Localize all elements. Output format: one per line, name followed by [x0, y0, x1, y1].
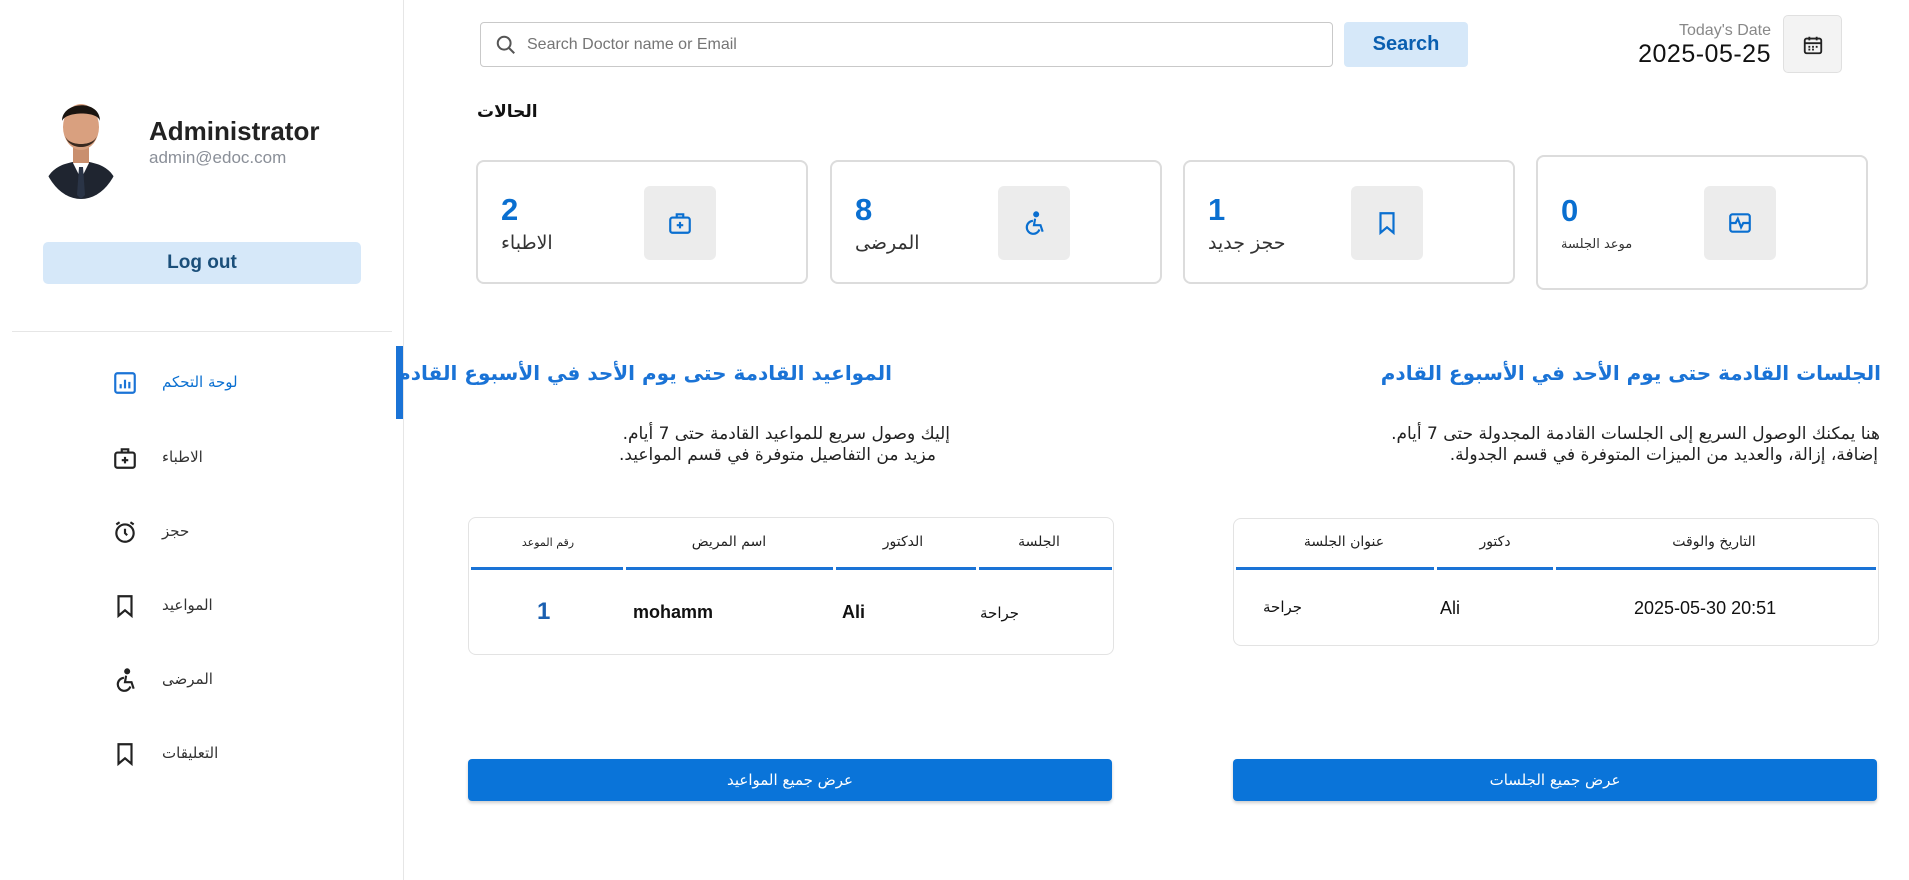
- header-underline: [1236, 567, 1434, 570]
- stat-value: 8: [855, 192, 873, 227]
- logout-button[interactable]: Log out: [43, 242, 361, 284]
- header-underline: [1556, 567, 1876, 570]
- sidebar: Administrator admin@edoc.com Log out لوح…: [0, 0, 404, 880]
- medical-bag-icon: [644, 186, 716, 260]
- table-header: رقم الموعد: [521, 536, 575, 549]
- doctor-name: Ali: [842, 602, 866, 622]
- sidebar-item-label: الاطباء: [162, 448, 203, 466]
- stat-card-doctors[interactable]: 2 الاطباء: [476, 160, 808, 284]
- stat-label: المرضى: [855, 232, 920, 254]
- pulse-icon: [1704, 186, 1776, 260]
- sidebar-item-label: حجز: [162, 522, 190, 540]
- show-all-sessions-button[interactable]: عرض جميع الجلسات: [1233, 759, 1877, 801]
- bookmark-icon: [1351, 186, 1423, 260]
- patient-name: mohamm: [633, 602, 714, 622]
- stat-card-session-date[interactable]: 0 موعد الجلسة: [1536, 155, 1868, 290]
- dashboard-icon: [112, 370, 138, 396]
- stat-value: 0: [1561, 193, 1579, 228]
- header-underline: [836, 567, 976, 570]
- header-underline: [626, 567, 833, 570]
- table-header: دكتور: [1479, 534, 1511, 550]
- header-underline: [1437, 567, 1553, 570]
- accessible-icon: [112, 667, 138, 693]
- sidebar-divider: [12, 331, 392, 332]
- admin-email: admin@edoc.com: [149, 148, 287, 167]
- stat-label: الاطباء: [501, 232, 553, 254]
- status-title: الحالات: [477, 102, 538, 122]
- sessions-table: عنوان الجلسة دكتور التاريخ والوقت جراحة …: [1233, 518, 1879, 646]
- header-underline: [979, 567, 1112, 570]
- sidebar-item-patients[interactable]: المرضى: [0, 643, 404, 717]
- sidebar-item-booking[interactable]: حجز: [0, 495, 404, 569]
- appointments-desc-line2: مزيد من التفاصيل متوفرة في قسم المواعيد.: [618, 445, 936, 465]
- session-title: جراحة: [1263, 598, 1303, 616]
- accessible-icon: [998, 186, 1070, 260]
- sidebar-item-dashboard[interactable]: لوحة التحكم: [0, 346, 404, 420]
- session-name: جراحة: [980, 604, 1020, 622]
- sessions-heading: الجلسات القادمة حتى يوم الأحد في الأسبوع…: [1380, 361, 1881, 385]
- sidebar-item-label: المواعيد: [162, 596, 213, 614]
- sidebar-item-appointments[interactable]: المواعيد: [0, 569, 404, 643]
- sidebar-item-label: التعليقات: [162, 744, 219, 762]
- date-value: 2025-05-25: [1638, 40, 1771, 68]
- stat-card-patients[interactable]: 8 المرضى: [830, 160, 1162, 284]
- admin-name: Administrator: [149, 116, 320, 146]
- stat-label: حجز جديد: [1208, 232, 1286, 254]
- bookmark-icon: [112, 593, 138, 619]
- doctor-name: Ali: [1440, 598, 1461, 618]
- search-button[interactable]: Search: [1344, 22, 1468, 67]
- sidebar-item-label: لوحة التحكم: [162, 373, 238, 391]
- table-header: الدكتور: [882, 534, 924, 550]
- stat-card-new-booking[interactable]: 1 حجز جديد: [1183, 160, 1515, 284]
- sessions-desc-line2: إضافة، إزالة، والعديد من الميزات المتوفر…: [1449, 445, 1878, 465]
- table-header: عنوان الجلسة: [1303, 534, 1385, 550]
- show-all-appointments-button[interactable]: عرض جميع المواعيد: [468, 759, 1112, 801]
- sidebar-item-label: المرضى: [162, 670, 213, 688]
- session-datetime: 2025-05-30 20:51: [1634, 598, 1777, 618]
- bookmark-icon: [112, 741, 138, 767]
- medical-bag-icon: [112, 445, 138, 471]
- calendar-button[interactable]: [1783, 15, 1842, 73]
- stat-value: 2: [501, 192, 519, 227]
- appointments-desc-line1: إليك وصول سريع للمواعيد القادمة حتى 7 أي…: [622, 424, 950, 444]
- appointments-table: رقم الموعد اسم المريض الدكتور الجلسة 1 m…: [468, 517, 1114, 655]
- appointments-heading: المواعيد القادمة حتى يوم الأحد في الأسبو…: [396, 361, 892, 385]
- table-header: اسم المريض: [691, 534, 767, 550]
- stat-label: موعد الجلسة: [1561, 237, 1633, 252]
- table-header: الجلسة: [1018, 534, 1060, 550]
- table-header: التاريخ والوقت: [1672, 534, 1756, 550]
- avatar: [40, 83, 122, 199]
- header-underline: [471, 567, 623, 570]
- sessions-desc-line1: هنا يمكنك الوصول السريع إلى الجلسات القا…: [1391, 424, 1880, 444]
- appointment-number: 1: [537, 598, 551, 625]
- calendar-icon: [1803, 36, 1823, 55]
- sidebar-item-doctors[interactable]: الاطباء: [0, 421, 404, 495]
- search-field: [480, 22, 1333, 67]
- search-input[interactable]: [527, 23, 1317, 66]
- sidebar-item-comments[interactable]: التعليقات: [0, 717, 404, 791]
- search-icon: [495, 34, 517, 56]
- alarm-clock-icon: [112, 519, 138, 545]
- date-caption: Today's Date: [1679, 22, 1771, 39]
- stat-value: 1: [1208, 192, 1226, 227]
